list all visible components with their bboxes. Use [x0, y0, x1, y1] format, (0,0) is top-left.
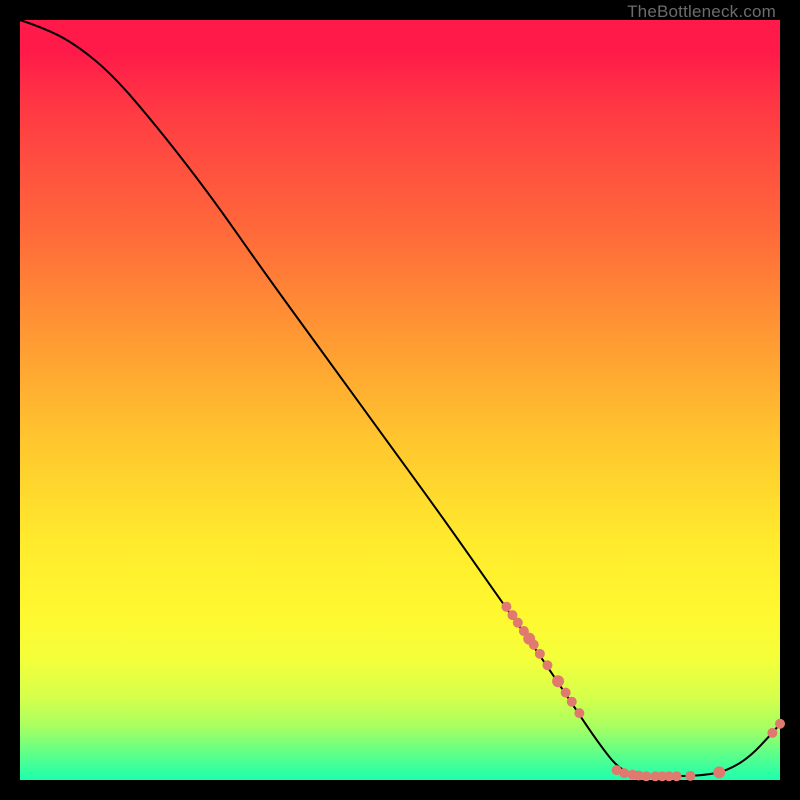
data-dot: [529, 640, 539, 650]
data-dot: [775, 719, 785, 729]
bottleneck-curve: [20, 20, 780, 776]
data-dot: [535, 649, 545, 659]
data-dot: [619, 768, 629, 778]
data-dot: [685, 771, 695, 781]
data-dot: [767, 728, 777, 738]
data-dot: [567, 697, 577, 707]
data-dot: [501, 602, 511, 612]
data-dot: [574, 708, 584, 718]
plot-overlay: [20, 20, 780, 780]
data-dot: [641, 771, 651, 781]
data-dot: [561, 688, 571, 698]
data-dot: [513, 618, 523, 628]
chart-stage: TheBottleneck.com: [0, 0, 800, 800]
data-dots: [501, 602, 785, 781]
watermark-text: TheBottleneck.com: [627, 2, 776, 22]
data-dot: [672, 771, 682, 781]
data-dot: [713, 766, 725, 778]
data-dot: [542, 660, 552, 670]
plot-area: [20, 20, 780, 780]
data-dot: [552, 675, 564, 687]
